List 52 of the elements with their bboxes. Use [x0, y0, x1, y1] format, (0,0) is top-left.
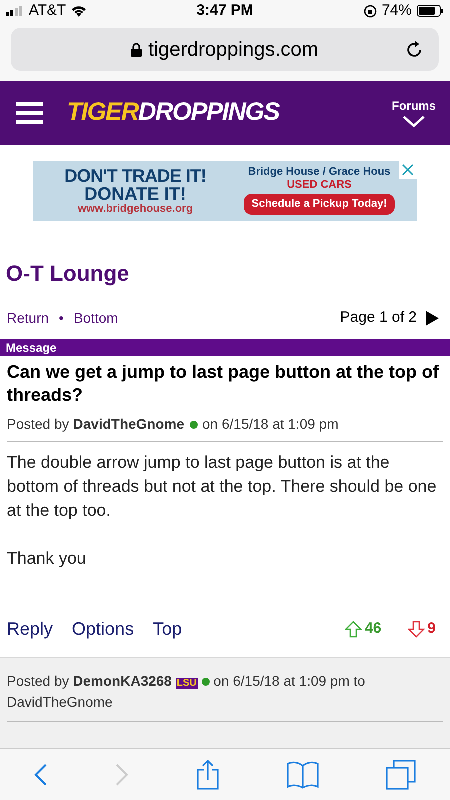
posted-by-label: Posted by: [7, 673, 70, 689]
nav-link[interactable]: Bottom: [74, 308, 118, 328]
separator-dot: •: [59, 308, 64, 328]
share-icon[interactable]: [196, 760, 220, 790]
site-logo[interactable]: TIGERDROPPINGS: [67, 94, 280, 132]
chevron-down-icon: [402, 115, 426, 129]
ad-headline: DONATE IT!: [84, 185, 186, 203]
nav-link[interactable]: Return: [7, 308, 50, 328]
battery-percent: 74%: [382, 0, 412, 21]
message-bar: Message: [0, 339, 450, 356]
post-date: on 6/15/18 at 1:09 pm to: [214, 673, 366, 689]
address-bar[interactable]: tigerdroppings.com: [11, 28, 439, 71]
reply-to-link[interactable]: DavidTheGnome: [7, 694, 113, 710]
post-paragraph: The double arrow jump to last page button is at the bottom of threads but not at the top. There should be one at the top too.: [7, 452, 438, 522]
ad-website: www.bridgehouse.org: [78, 204, 194, 215]
wifi-icon: [71, 5, 88, 17]
post-date: on 6/15/18 at 1:09 pm: [202, 415, 339, 434]
forums-button[interactable]: Forums: [392, 97, 436, 129]
upvote-count: 46: [364, 618, 382, 639]
author-link[interactable]: DemonKA3268: [73, 673, 172, 689]
thumbs-up-arrow-icon[interactable]: [344, 620, 362, 638]
bookmarks-icon[interactable]: [287, 760, 320, 788]
ad-banner[interactable]: DON'T TRADE IT! DONATE IT! www.bridgehouse.org Bridge House / Grace Hous USED CARS Schedule a Pickup Today!: [33, 161, 417, 221]
online-dot-icon: [202, 678, 210, 686]
post-action-link[interactable]: Reply: [7, 616, 54, 642]
ad-headline: DON'T TRADE IT!: [64, 167, 206, 185]
online-dot-icon: [190, 420, 198, 428]
post-title: Can we get a jump to last page button at the top of threads?: [7, 361, 440, 407]
tabs-icon[interactable]: [386, 760, 416, 790]
post-paragraph: Thank you: [7, 548, 88, 570]
downvote-count: 9: [428, 618, 436, 639]
forum-title: O-T Lounge: [6, 261, 130, 286]
author-link[interactable]: DavidTheGnome: [73, 414, 185, 435]
carrier-label: AT&T: [29, 0, 66, 21]
back-icon[interactable]: [34, 762, 48, 786]
page-indicator: Page 1 of 2: [340, 308, 417, 328]
ad-cta-button[interactable]: Schedule a Pickup Today!: [244, 194, 396, 215]
next-page-icon[interactable]: [426, 310, 439, 326]
lock-icon: [131, 42, 142, 56]
clock: 3:47 PM: [196, 2, 254, 19]
menu-icon[interactable]: [16, 102, 43, 124]
post-action-link[interactable]: Options: [72, 616, 134, 642]
ad-sponsor: Bridge House / Grace Hous: [248, 167, 391, 178]
ad-subhead: USED CARS: [287, 180, 352, 191]
rotation-lock-icon: [364, 4, 377, 18]
posted-by-label: Posted by: [7, 415, 70, 434]
battery-icon: [417, 5, 444, 17]
thumbs-down-arrow-icon[interactable]: [408, 620, 425, 638]
post-action-link[interactable]: Top: [153, 616, 182, 642]
team-badge: LSU: [176, 678, 198, 689]
url-text: tigerdroppings.com: [148, 38, 319, 62]
signal-icon: [6, 6, 24, 16]
